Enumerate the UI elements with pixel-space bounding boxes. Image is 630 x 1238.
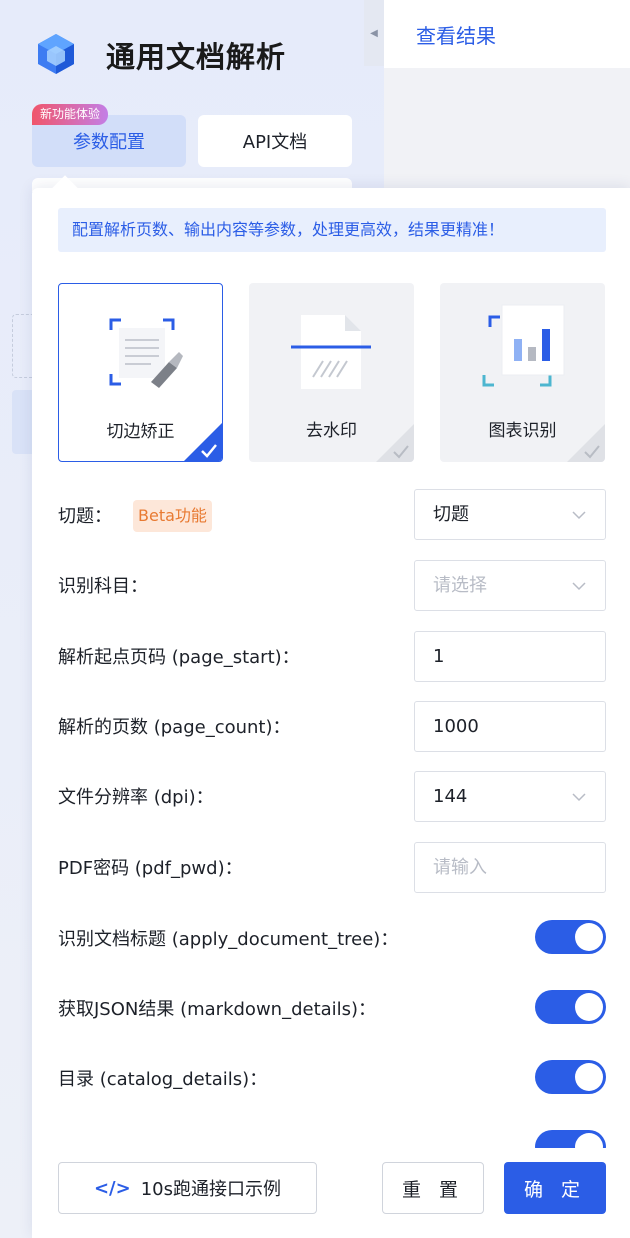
label-markdown-details: 获取JSON结果 (markdown_details)： bbox=[58, 999, 377, 1020]
label-apply-document-tree: 识别文档标题 (apply_document_tree)： bbox=[58, 929, 399, 950]
pdf-password-input[interactable]: 请输入 bbox=[414, 842, 606, 893]
feature-card-crop[interactable]: 切边矫正 bbox=[58, 283, 223, 462]
reset-button[interactable]: 重 置 bbox=[382, 1162, 484, 1214]
api-example-button[interactable]: </> 10s跑通接口示例 bbox=[58, 1162, 317, 1214]
markdown-details-toggle[interactable] bbox=[535, 990, 606, 1024]
checkmark-icon bbox=[376, 424, 414, 462]
select-placeholder: 请选择 bbox=[433, 575, 487, 596]
chevron-down-icon bbox=[572, 511, 586, 520]
label-subject: 识别科目： bbox=[58, 576, 148, 597]
tab-api-label: API文档 bbox=[242, 132, 308, 153]
dpi-select[interactable]: 144 bbox=[414, 771, 606, 822]
chevron-down-icon bbox=[572, 582, 586, 591]
caret-left-icon: ◀ bbox=[370, 27, 378, 39]
new-feature-badge: 新功能体验 bbox=[32, 104, 109, 125]
feature-card-chart[interactable]: 图表识别 bbox=[440, 283, 605, 462]
label-cut-question: 切题： bbox=[58, 506, 112, 527]
feature-card-watermark[interactable]: 去水印 bbox=[249, 283, 414, 462]
checkmark-icon bbox=[184, 423, 222, 461]
label-page-count: 解析的页数 (page_count)： bbox=[58, 717, 291, 738]
tab-api-docs[interactable]: API文档 bbox=[198, 115, 352, 167]
toggle-knob bbox=[575, 993, 603, 1021]
chevron-down-icon bbox=[572, 793, 586, 802]
tab-view-results[interactable]: 查看结果 bbox=[416, 20, 496, 49]
chart-recognition-icon bbox=[482, 304, 565, 387]
page-start-input[interactable]: 1 bbox=[414, 631, 606, 682]
toggle-knob bbox=[575, 923, 603, 951]
subject-select[interactable]: 请选择 bbox=[414, 560, 606, 611]
checkmark-icon bbox=[567, 424, 605, 462]
catalog-details-toggle[interactable] bbox=[535, 1060, 606, 1094]
input-value: 1 bbox=[433, 646, 445, 667]
input-value: 1000 bbox=[433, 716, 479, 737]
toggle-knob bbox=[575, 1063, 603, 1091]
apply-document-tree-toggle[interactable] bbox=[535, 920, 606, 954]
tab-params-label: 参数配置 bbox=[73, 132, 145, 153]
label-page-start: 解析起点页码 (page_start)： bbox=[58, 647, 300, 668]
label-catalog-details: 目录 (catalog_details)： bbox=[58, 1069, 268, 1090]
collapse-button[interactable]: ◀ bbox=[364, 0, 384, 66]
confirm-button[interactable]: 确 定 bbox=[504, 1162, 606, 1214]
input-placeholder: 请输入 bbox=[433, 857, 487, 878]
list-item-edge bbox=[12, 390, 34, 454]
beta-badge: Beta功能 bbox=[133, 500, 212, 532]
upload-area-edge bbox=[12, 314, 34, 378]
code-icon: </> bbox=[93, 1177, 131, 1199]
select-value: 144 bbox=[433, 786, 468, 807]
api-example-label: 10s跑通接口示例 bbox=[140, 1179, 282, 1200]
label-pdf-password: PDF密码 (pdf_pwd)： bbox=[58, 858, 243, 879]
cut-question-select[interactable]: 切题 bbox=[414, 489, 606, 540]
app-logo-icon bbox=[38, 34, 74, 74]
label-dpi: 文件分辨率 (dpi)： bbox=[58, 787, 214, 808]
page-count-input[interactable]: 1000 bbox=[414, 701, 606, 752]
remove-watermark-icon bbox=[291, 315, 371, 389]
app-title: 通用文档解析 bbox=[106, 40, 287, 74]
config-notice: 配置解析页数、输出内容等参数，处理更高效，结果更精准！ bbox=[58, 208, 606, 252]
select-value: 切题 bbox=[433, 504, 469, 525]
crop-correct-icon bbox=[109, 318, 183, 388]
